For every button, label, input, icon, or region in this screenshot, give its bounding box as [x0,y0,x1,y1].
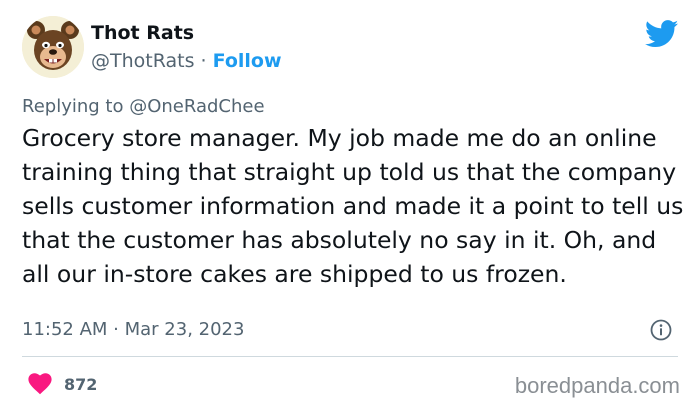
follow-button[interactable]: Follow [213,50,282,72]
watermark: boredpanda.com [514,373,680,398]
like-button[interactable]: 872 [28,371,97,397]
tweet-text: Grocery store manager. My job made me do… [22,124,684,288]
handle[interactable]: @ThotRats [91,50,195,72]
cartoon-rat-avatar-icon [22,16,84,78]
display-name[interactable]: Thot Rats [91,22,194,44]
reply-target-link[interactable]: @OneRadChee [129,96,264,117]
avatar[interactable] [22,16,84,78]
reply-prefix: Replying to [22,96,130,117]
timestamp[interactable]: 11:52 AM · Mar 23, 2023 [22,319,244,340]
twitter-bird-icon[interactable] [645,20,679,48]
heart-icon [28,373,52,395]
separator: · [194,50,213,72]
info-icon[interactable] [650,319,672,341]
reply-context: Replying to @OneRadChee [22,96,265,117]
divider [22,356,678,357]
handle-row: @ThotRats · Follow [91,50,282,72]
like-count: 872 [64,374,98,394]
